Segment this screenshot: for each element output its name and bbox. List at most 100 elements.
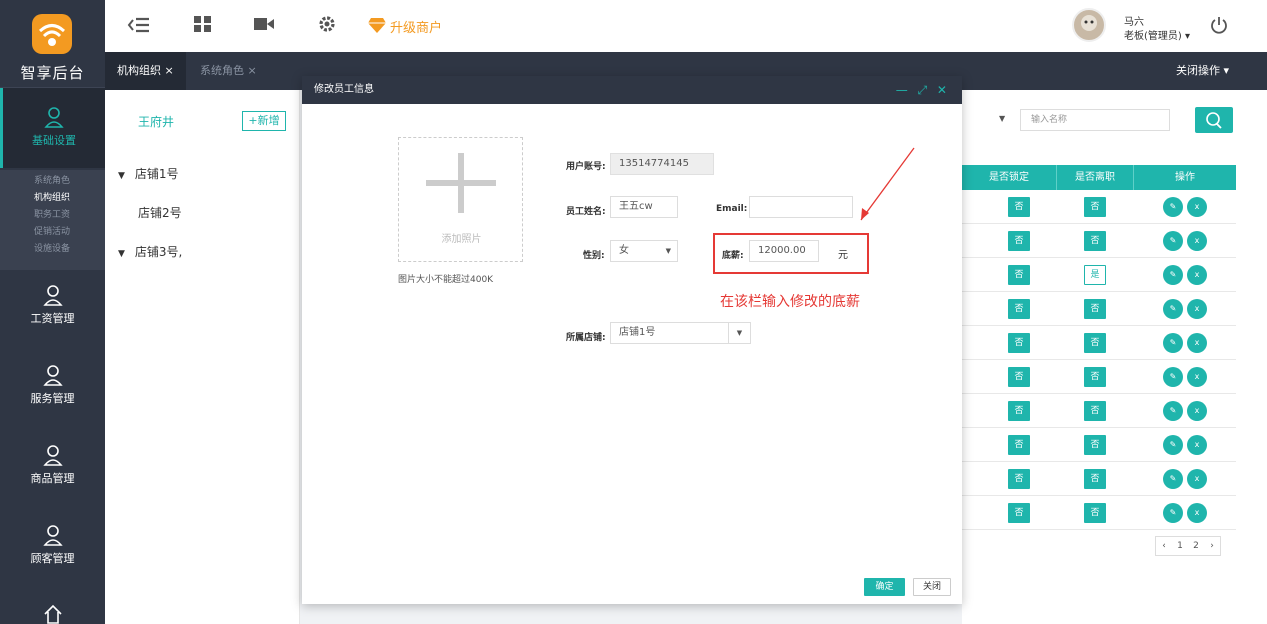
sidebar-item-basic-settings[interactable]: 基础设置 <box>0 88 105 168</box>
table-row: 否 否 ✎ x <box>962 326 1236 360</box>
page-button-1[interactable]: 1 <box>1172 537 1188 555</box>
page-button-2[interactable]: 2 <box>1188 537 1204 555</box>
power-icon[interactable] <box>1210 16 1228 34</box>
edit-icon[interactable]: ✎ <box>1163 401 1183 421</box>
column-header[interactable]: 是否锁定 <box>962 165 1056 190</box>
locked-toggle[interactable]: 否 <box>1008 435 1030 455</box>
resigned-toggle[interactable]: 否 <box>1084 231 1106 251</box>
delete-icon[interactable]: x <box>1187 367 1207 387</box>
delete-icon[interactable]: x <box>1187 299 1207 319</box>
resigned-toggle[interactable]: 否 <box>1084 469 1106 489</box>
add-button[interactable]: +新增 <box>242 111 286 131</box>
delete-icon[interactable]: x <box>1187 333 1207 353</box>
delete-icon[interactable]: x <box>1187 503 1207 523</box>
video-icon[interactable] <box>253 14 275 34</box>
email-input[interactable] <box>749 196 853 218</box>
chevron-down-icon: ▼ <box>728 323 750 343</box>
brand-name: 智享后台 <box>20 64 85 82</box>
edit-icon[interactable]: ✎ <box>1163 231 1183 251</box>
tab-organization[interactable]: 机构组织 × <box>105 52 186 90</box>
locked-toggle[interactable]: 否 <box>1008 367 1030 387</box>
add-photo-dropzone[interactable]: 添加照片 <box>398 137 523 262</box>
expand-arrow-icon[interactable]: ▼ <box>118 249 125 259</box>
salary-input[interactable]: 12000.00 <box>749 240 819 262</box>
resigned-toggle[interactable]: 否 <box>1084 401 1106 421</box>
delete-icon[interactable]: x <box>1187 265 1207 285</box>
org-title[interactable]: 王府井 <box>138 113 174 130</box>
resigned-toggle[interactable]: 否 <box>1084 367 1106 387</box>
search-button[interactable] <box>1195 107 1233 133</box>
sidebar-item-customers[interactable]: 顾客管理 <box>0 524 105 566</box>
resigned-toggle[interactable]: 否 <box>1084 503 1106 523</box>
submenu-item-system-roles[interactable]: 系统角色 <box>0 173 105 190</box>
resigned-toggle[interactable]: 是 <box>1084 265 1106 285</box>
locked-toggle[interactable]: 否 <box>1008 469 1030 489</box>
sidebar-item-products[interactable]: 商品管理 <box>0 444 105 486</box>
edit-icon[interactable]: ✎ <box>1163 503 1183 523</box>
edit-icon[interactable]: ✎ <box>1163 435 1183 455</box>
sidebar-submenu: 系统角色 机构组织 职务工资 促销活动 设施设备 <box>0 170 105 270</box>
upgrade-merchant-link[interactable]: 升级商户 <box>390 17 442 36</box>
submenu-item-promotions[interactable]: 促销活动 <box>0 224 105 241</box>
submenu-item-job-salary[interactable]: 职务工资 <box>0 207 105 224</box>
menu-toggle-icon[interactable] <box>127 14 151 36</box>
edit-icon[interactable]: ✎ <box>1163 333 1183 353</box>
user-role-dropdown[interactable]: 老板(管理员) ▾ <box>1124 27 1190 42</box>
locked-toggle[interactable]: 否 <box>1008 401 1030 421</box>
tree-item[interactable]: 店铺2号 <box>138 204 182 221</box>
name-search-input[interactable]: 输入名称 <box>1020 109 1170 131</box>
delete-icon[interactable]: x <box>1187 435 1207 455</box>
wifi-logo-icon <box>32 14 72 54</box>
tree-item[interactable]: ▼ 店铺3号, <box>118 243 182 260</box>
resigned-toggle[interactable]: 否 <box>1084 197 1106 217</box>
edit-icon[interactable]: ✎ <box>1163 197 1183 217</box>
edit-icon[interactable]: ✎ <box>1163 367 1183 387</box>
locked-toggle[interactable]: 否 <box>1008 503 1030 523</box>
gender-select[interactable]: 女 ▼ <box>610 240 678 262</box>
confirm-button[interactable]: 确定 <box>864 578 905 596</box>
user-icon <box>44 107 64 128</box>
delete-icon[interactable]: x <box>1187 197 1207 217</box>
submenu-item-organization[interactable]: 机构组织 <box>0 190 105 207</box>
store-select[interactable]: 店铺1号 ▼ <box>610 322 751 344</box>
expand-arrow-icon[interactable]: ▼ <box>118 171 125 181</box>
name-label: 员工姓名: <box>566 207 606 217</box>
delete-icon[interactable]: x <box>1187 401 1207 421</box>
column-header[interactable]: 操作 <box>1133 165 1236 190</box>
dialog-window-controls[interactable]: — ⤢ ✕ <box>896 76 950 104</box>
sidebar-item-service[interactable]: 服务管理 <box>0 364 105 406</box>
edit-employee-dialog: 修改员工信息 — ⤢ ✕ 添加照片 图片大小不能超过400K 用户账号: 135… <box>302 76 962 604</box>
close-operations-dropdown[interactable]: 关闭操作 ▾ <box>1176 52 1229 90</box>
close-button[interactable]: 关闭 <box>913 578 951 596</box>
user-name[interactable]: 马六 <box>1124 13 1144 28</box>
tree-item[interactable]: ▼ 店铺1号 <box>118 165 179 182</box>
resigned-toggle[interactable]: 否 <box>1084 333 1106 353</box>
table-row: 否 否 ✎ x <box>962 224 1236 258</box>
locked-toggle[interactable]: 否 <box>1008 333 1030 353</box>
prev-page-button[interactable]: ‹ <box>1156 537 1172 555</box>
submenu-item-facilities[interactable]: 设施设备 <box>0 241 105 258</box>
grid-icon[interactable] <box>193 14 213 34</box>
gear-icon[interactable] <box>317 14 337 34</box>
edit-icon[interactable]: ✎ <box>1163 469 1183 489</box>
resigned-toggle[interactable]: 否 <box>1084 435 1106 455</box>
delete-icon[interactable]: x <box>1187 231 1207 251</box>
tab-system-roles[interactable]: 系统角色 × <box>188 52 269 90</box>
locked-toggle[interactable]: 否 <box>1008 265 1030 285</box>
edit-icon[interactable]: ✎ <box>1163 265 1183 285</box>
locked-toggle[interactable]: 否 <box>1008 231 1030 251</box>
delete-icon[interactable]: x <box>1187 469 1207 489</box>
locked-toggle[interactable]: 否 <box>1008 299 1030 319</box>
sidebar-item-salary[interactable]: 工资管理 <box>0 284 105 326</box>
add-photo-label: 添加照片 <box>441 234 482 245</box>
resigned-toggle[interactable]: 否 <box>1084 299 1106 319</box>
chevron-down-icon[interactable]: ▼ <box>999 114 1005 123</box>
sidebar-item-home[interactable] <box>0 604 105 624</box>
locked-toggle[interactable]: 否 <box>1008 197 1030 217</box>
user-icon <box>42 365 63 386</box>
edit-icon[interactable]: ✎ <box>1163 299 1183 319</box>
avatar[interactable] <box>1072 8 1106 42</box>
column-header[interactable]: 是否离职 <box>1056 165 1133 190</box>
next-page-button[interactable]: › <box>1204 537 1220 555</box>
employee-name-input[interactable]: 王五cw <box>610 196 678 218</box>
